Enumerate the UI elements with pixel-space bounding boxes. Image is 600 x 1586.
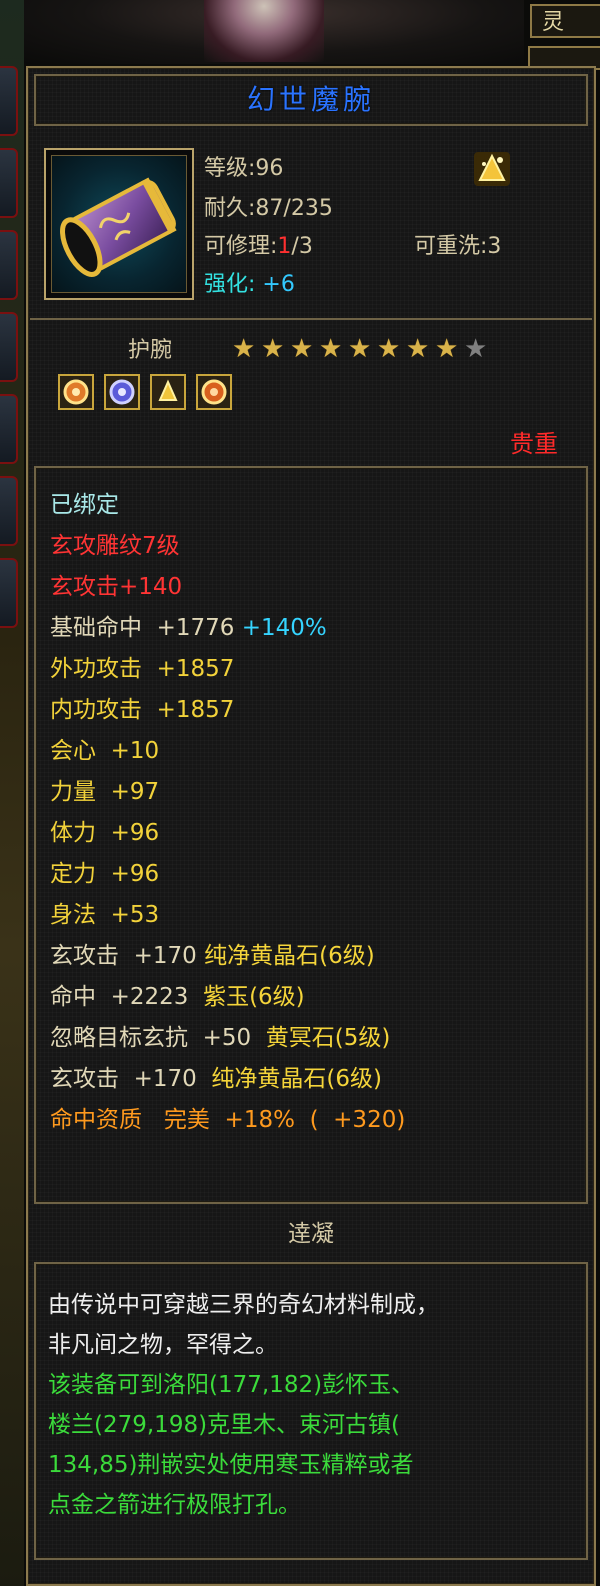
repair-suffix: /3 — [291, 234, 313, 259]
attr-text: 力量 +97 — [50, 779, 160, 805]
repair-stat: 可修理:1/3 — [204, 228, 313, 260]
socket-gem-purple-icon[interactable] — [104, 374, 140, 410]
attr-text: 定力 +96 — [50, 861, 160, 887]
gold-gem-icon — [472, 150, 512, 188]
item-icon-frame[interactable] — [44, 148, 194, 300]
star-empty-icon: ★ — [464, 334, 488, 364]
attr-line: 玄攻击 +170 纯净黄晶石(6级) — [50, 1064, 382, 1094]
attr-line: 玄攻击 +170 纯净黄晶石(6级) — [50, 941, 375, 971]
attr-text: 身法 +53 — [50, 902, 160, 928]
description-line: 非凡间之物，罕得之。 — [48, 1332, 278, 1358]
wristguard-icon — [51, 155, 187, 293]
attr-line: 玄攻雕纹7级 — [50, 531, 180, 561]
attr-line: 定力 +96 — [50, 859, 159, 889]
attribute-panel: 已绑定 玄攻雕纹7级 玄攻击+140 基础命中 +1776 +140% 外功攻击… — [34, 466, 588, 1204]
star-icon: ★ — [232, 334, 256, 364]
star-icon: ★ — [377, 334, 401, 364]
attr-text: 玄攻雕纹7级 — [50, 533, 180, 559]
attr-line: 力量 +97 — [50, 777, 159, 807]
rarity-label: 贵重 — [510, 430, 558, 458]
star-icon: ★ — [435, 334, 459, 364]
star-icon: ★ — [406, 334, 430, 364]
attr-line: 命中 +2223 紫玉(6级) — [50, 982, 305, 1012]
socket-gem-yellow-icon[interactable] — [150, 374, 186, 410]
item-type: 护腕 — [128, 338, 173, 363]
repair-prefix: 可修理: — [204, 234, 278, 259]
corner-panel-button[interactable]: 灵 — [530, 4, 600, 38]
attr-text: 会心 +10 — [50, 738, 160, 764]
star-icon: ★ — [290, 334, 314, 364]
description-line: 该装备可到洛阳(177,182)彭怀玉、 — [48, 1372, 415, 1398]
hud-slot[interactable] — [0, 230, 18, 300]
enhance-value: +6 — [262, 272, 295, 297]
attr-line: 已绑定 — [50, 490, 119, 520]
hud-slot[interactable] — [0, 476, 18, 546]
attr-line: 体力 +96 — [50, 818, 159, 848]
attr-text: 玄攻击 +170 — [50, 943, 205, 969]
hud-slot[interactable] — [0, 148, 18, 218]
game-scene-background — [24, 0, 524, 64]
attr-text: 命中 +2223 — [50, 984, 204, 1010]
attr-text: 已绑定 — [50, 492, 119, 518]
attr-text: 玄攻击 +170 — [50, 1066, 212, 1092]
divider — [30, 318, 592, 320]
description-panel: 由传说中可穿越三界的奇幻材料制成， 非凡间之物，罕得之。 该装备可到洛阳(177… — [34, 1262, 588, 1560]
socket-gem-yellow-icon[interactable] — [58, 374, 94, 410]
attr-text: 忽略目标玄抗 +50 — [50, 1025, 266, 1051]
attr-text: 玄攻击+140 — [50, 574, 183, 600]
hud-slot[interactable] — [0, 312, 18, 382]
item-name: 幻世魔腕 — [246, 83, 375, 116]
attr-line: 身法 +53 — [50, 900, 159, 930]
repair-current: 1 — [277, 234, 292, 259]
attr-text: 内功攻击 +1857 — [50, 697, 235, 723]
description-line: 点金之箭进行极限打孔。 — [48, 1492, 301, 1518]
attr-text: 外功攻击 +1857 — [50, 656, 235, 682]
attr-line: 忽略目标玄抗 +50 黄冥石(5级) — [50, 1023, 390, 1053]
star-icon: ★ — [348, 334, 372, 364]
character-portrait — [204, 0, 324, 62]
item-tooltip: 幻世魔腕 等级:96 耐久:87/235 可修理:1/3 可重洗:3 强化: +… — [26, 66, 596, 1586]
attr-line: 内功攻击 +1857 — [50, 695, 234, 725]
level-stat: 等级:96 — [204, 156, 284, 181]
left-hud-strip — [0, 0, 24, 1586]
enhance-label: 强化: — [204, 272, 256, 297]
description-line: 134,85)荆嵌实处使用寒玉精粹或者 — [48, 1452, 414, 1478]
attr-gem: 黄冥石(5级) — [265, 1025, 391, 1051]
attr-line: 玄攻击+140 — [50, 572, 182, 602]
hud-slot[interactable] — [0, 66, 18, 136]
rewash-stat: 可重洗:3 — [414, 234, 502, 259]
star-icon: ★ — [319, 334, 343, 364]
description-line: 由传说中可穿越三界的奇幻材料制成， — [48, 1292, 439, 1318]
quality-label: 逹凝 — [288, 1221, 334, 1247]
durability-stat: 耐久:87/235 — [204, 196, 333, 221]
attr-text: 基础命中 +1776 — [50, 615, 242, 641]
attr-gem: 纯净黄晶石(6级) — [204, 943, 375, 969]
star-icon: ★ — [261, 334, 285, 364]
attr-line: 基础命中 +1776 +140% — [50, 613, 327, 643]
attr-gem: 纯净黄晶石(6级) — [211, 1066, 383, 1092]
title-bar: 幻世魔腕 — [34, 74, 588, 126]
attr-line: 命中资质 完美 +18% ( +320) — [50, 1105, 405, 1135]
attr-text: 体力 +96 — [50, 820, 160, 846]
attr-line: 外功攻击 +1857 — [50, 654, 234, 684]
attr-line: 会心 +10 — [50, 736, 159, 766]
hud-slot[interactable] — [0, 558, 18, 628]
attr-gem: 紫玉(6级) — [203, 984, 305, 1010]
attr-bonus: +140% — [241, 615, 327, 641]
enhance-stat: 强化: +6 — [204, 266, 295, 298]
attr-text: 命中资质 完美 +18% ( +320) — [50, 1107, 406, 1133]
hud-slot[interactable] — [0, 394, 18, 464]
socket-gem-yellow-icon[interactable] — [196, 374, 232, 410]
description-line: 楼兰(279,198)克里木、束河古镇( — [48, 1412, 401, 1438]
